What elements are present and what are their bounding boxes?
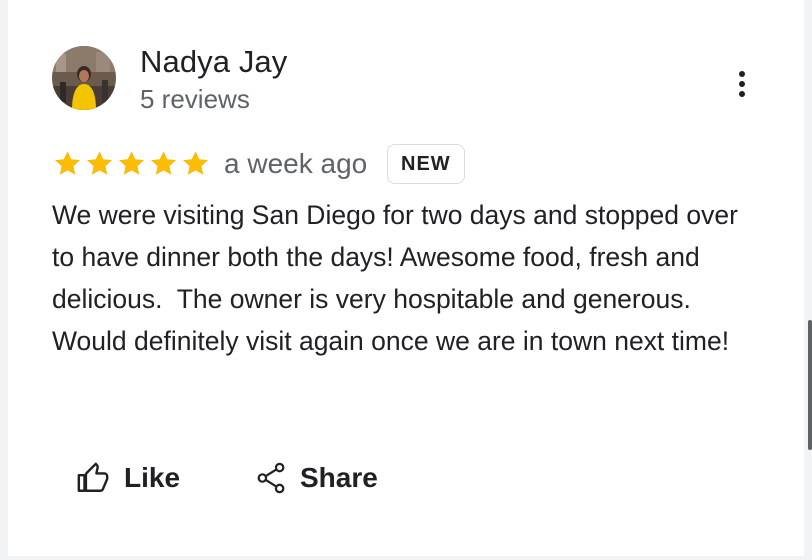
star-icon xyxy=(182,151,209,175)
thumb-up-icon xyxy=(77,462,109,492)
like-label: Like xyxy=(124,462,181,493)
more-options-button[interactable] xyxy=(724,62,760,106)
star-icon xyxy=(150,151,177,175)
like-button[interactable]: Like xyxy=(76,454,180,502)
share-label: Share xyxy=(300,462,378,493)
more-vert-icon xyxy=(739,71,745,97)
reviewer-review-count[interactable]: 5 reviews xyxy=(140,84,250,115)
review-card: Nadya Jay 5 reviews a week ago NEW We we… xyxy=(8,0,804,556)
review-date: a week ago xyxy=(224,148,368,179)
avatar[interactable] xyxy=(52,46,116,110)
reviewer-name[interactable]: Nadya Jay xyxy=(140,44,287,80)
share-button[interactable]: Share xyxy=(256,454,378,502)
avatar-photo xyxy=(52,46,116,110)
star-icon xyxy=(54,151,81,175)
review-text: We were visiting San Diego for two days … xyxy=(52,200,746,356)
share-icon xyxy=(257,462,285,494)
star-rating xyxy=(52,148,211,180)
new-badge: NEW xyxy=(387,144,465,184)
star-icon xyxy=(86,151,113,175)
star-icon xyxy=(118,151,145,175)
scrollbar[interactable] xyxy=(808,320,812,450)
